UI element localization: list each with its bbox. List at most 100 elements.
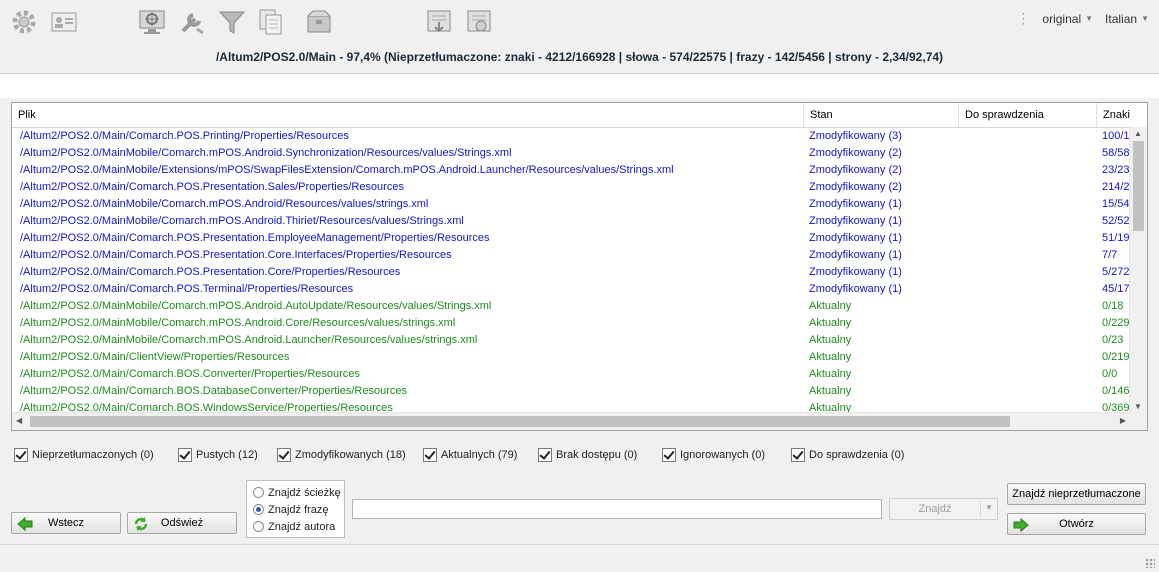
table-row[interactable]: /Altum2/POS2.0/Main/Comarch.POS.Presenta… (12, 230, 1130, 247)
checkbox-check-icon[interactable] (423, 448, 437, 462)
filter-checkbox[interactable]: Aktualnych (79) (423, 448, 517, 462)
column-header-status[interactable]: Stan (804, 103, 959, 127)
language-select[interactable]: Italian ▼ (1105, 12, 1149, 26)
checkbox-check-icon[interactable] (662, 448, 676, 462)
file-cell: /Altum2/POS2.0/MainMobile/Comarch.mPOS.A… (20, 334, 478, 346)
vertical-scroll-thumb[interactable] (1133, 141, 1144, 231)
table-row[interactable]: /Altum2/POS2.0/Main/Comarch.BOS.Converte… (12, 366, 1130, 383)
status-cell: Zmodyfikowany (2) (809, 147, 902, 159)
download-list-icon[interactable] (423, 6, 455, 38)
vertical-scrollbar[interactable]: ▲ ▼ (1129, 127, 1147, 413)
filter-checkbox[interactable]: Zmodyfikowanych (18) (277, 448, 406, 462)
status-cell: Zmodyfikowany (2) (809, 181, 902, 193)
status-bar (0, 544, 1159, 572)
checkbox-check-icon[interactable] (277, 448, 291, 462)
column-header-file[interactable]: Plik (12, 103, 804, 127)
radio-icon[interactable] (253, 487, 264, 498)
filter-label: Aktualnych (79) (441, 449, 518, 461)
find-button[interactable]: Znajdź ▼ (889, 498, 998, 520)
status-cell: Zmodyfikowany (1) (809, 249, 902, 261)
search-mode-group: Znajdź ścieżkę Znajdź frazę Znajdź autora (246, 480, 345, 538)
tools-icon[interactable] (176, 6, 208, 38)
file-cell: /Altum2/POS2.0/Main/Comarch.POS.Presenta… (20, 181, 404, 193)
status-cell: Zmodyfikowany (2) (809, 164, 902, 176)
status-cell: Aktualny (809, 334, 852, 346)
id-card-icon[interactable] (48, 6, 80, 38)
status-cell: Aktualny (809, 317, 852, 329)
table-row[interactable]: /Altum2/POS2.0/MainMobile/Comarch.mPOS.A… (12, 213, 1130, 230)
checkbox-check-icon[interactable] (791, 448, 805, 462)
column-header-check[interactable]: Do sprawdzenia (959, 103, 1097, 127)
documents-icon[interactable] (255, 6, 287, 38)
radio-icon[interactable] (253, 504, 264, 515)
search-mode-radio[interactable]: Znajdź ścieżkę (253, 484, 344, 501)
table-row[interactable]: /Altum2/POS2.0/MainMobile/Comarch.mPOS.A… (12, 196, 1130, 213)
monitor-target-icon[interactable] (136, 6, 168, 38)
find-untranslated-button-label: Znajdź nieprzetłumaczone (1012, 488, 1141, 500)
table-body: /Altum2/POS2.0/Main/Comarch.POS.Printing… (12, 128, 1130, 413)
filter-checkbox[interactable]: Do sprawdzenia (0) (791, 448, 904, 462)
checkbox-check-icon[interactable] (14, 448, 28, 462)
table-row[interactable]: /Altum2/POS2.0/MainMobile/Comarch.mPOS.A… (12, 145, 1130, 162)
open-button[interactable]: Otwórz (1007, 513, 1146, 535)
checkbox-check-icon[interactable] (538, 448, 552, 462)
back-button[interactable]: Wstecz (11, 512, 121, 534)
table-row[interactable]: /Altum2/POS2.0/Main/Comarch.BOS.Database… (12, 383, 1130, 400)
search-input[interactable] (352, 499, 882, 519)
table-row[interactable]: /Altum2/POS2.0/Main/Comarch.POS.Presenta… (12, 264, 1130, 281)
table-row[interactable]: /Altum2/POS2.0/MainMobile/Comarch.mPOS.A… (12, 298, 1130, 315)
refresh-icon (134, 517, 148, 531)
scroll-down-icon[interactable]: ▼ (1134, 402, 1142, 411)
scroll-left-icon[interactable]: ◀ (16, 416, 22, 425)
horizontal-scroll-thumb[interactable] (30, 416, 1010, 427)
filter-label: Zmodyfikowanych (18) (295, 449, 406, 461)
find-untranslated-button[interactable]: Znajdź nieprzetłumaczone (1007, 483, 1146, 505)
chars-cell: 0/0 (1102, 368, 1118, 380)
search-mode-label: Znajdź autora (268, 520, 336, 533)
table-row[interactable]: /Altum2/POS2.0/Main/Comarch.POS.Terminal… (12, 281, 1130, 298)
filter-checkbox[interactable]: Nieprzetłumaczonych (0) (14, 448, 154, 462)
toolbar: ⋮ original ▼ Italian ▼ (0, 0, 1159, 42)
table-row[interactable]: /Altum2/POS2.0/MainMobile/Comarch.mPOS.A… (12, 315, 1130, 332)
table-row[interactable]: /Altum2/POS2.0/Main/Comarch.POS.Presenta… (12, 247, 1130, 264)
arrow-right-icon (1013, 517, 1029, 533)
table-row[interactable]: /Altum2/POS2.0/Main/Comarch.POS.Presenta… (12, 179, 1130, 196)
filter-label: Nieprzetłumaczonych (0) (32, 449, 154, 461)
refresh-button[interactable]: Odśwież (127, 512, 237, 534)
filter-icon[interactable] (216, 6, 248, 38)
resize-grip-icon[interactable] (1145, 558, 1155, 568)
filter-checkbox[interactable]: Pustych (12) (178, 448, 258, 462)
chars-cell: 23/23 (1102, 164, 1130, 176)
content-spacer (0, 73, 1159, 98)
horizontal-scrollbar[interactable]: ◀ ▶ (12, 412, 1130, 430)
file-cell: /Altum2/POS2.0/Main/Comarch.POS.Presenta… (20, 232, 490, 244)
search-mode-radio[interactable]: Znajdź frazę (253, 501, 344, 518)
search-mode-radio[interactable]: Znajdź autora (253, 518, 344, 535)
search-mode-label: Znajdź ścieżkę (268, 486, 341, 499)
file-cell: /Altum2/POS2.0/MainMobile/Extensions/mPO… (20, 164, 674, 176)
table-row[interactable]: /Altum2/POS2.0/Main/Comarch.POS.Printing… (12, 128, 1130, 145)
upload-list-icon[interactable] (463, 6, 495, 38)
radio-icon[interactable] (253, 521, 264, 532)
scroll-right-icon[interactable]: ▶ (1120, 416, 1126, 425)
filter-checkbox[interactable]: Brak dostępu (0) (538, 448, 637, 462)
filter-checkbox[interactable]: Ignorowanych (0) (662, 448, 765, 462)
filter-label: Do sprawdzenia (0) (809, 449, 905, 461)
table-row[interactable]: /Altum2/POS2.0/MainMobile/Comarch.mPOS.A… (12, 332, 1130, 349)
chars-cell: 0/219 (1102, 351, 1130, 363)
chevron-down-icon[interactable]: ▼ (985, 503, 993, 512)
file-table: Plik Stan Do sprawdzenia Znaki /Altum2/P… (11, 102, 1148, 431)
chars-cell: 0/146 (1102, 385, 1130, 397)
table-row[interactable]: /Altum2/POS2.0/Main/ClientView/Propertie… (12, 349, 1130, 366)
scroll-corner (1130, 413, 1147, 430)
package-icon[interactable] (303, 6, 335, 38)
column-header-chars[interactable]: Znaki (1097, 103, 1147, 127)
chars-cell: 0/23 (1102, 334, 1124, 346)
gear-icon[interactable] (8, 6, 40, 38)
scroll-up-icon[interactable]: ▲ (1134, 129, 1142, 138)
checkbox-check-icon[interactable] (178, 448, 192, 462)
status-cell: Zmodyfikowany (1) (809, 266, 902, 278)
table-row[interactable]: /Altum2/POS2.0/MainMobile/Extensions/mPO… (12, 162, 1130, 179)
version-select[interactable]: original ▼ (1042, 12, 1093, 26)
file-cell: /Altum2/POS2.0/MainMobile/Comarch.mPOS.A… (20, 317, 456, 329)
